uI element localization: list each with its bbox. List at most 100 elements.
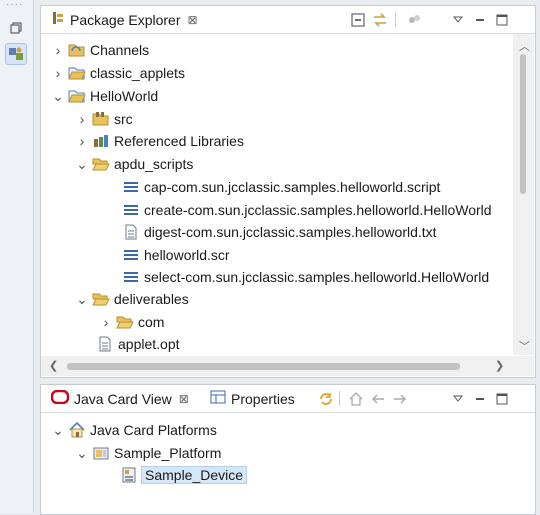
chevron-right-icon[interactable]: › xyxy=(51,42,65,58)
tree-item-label: helloworld.scr xyxy=(144,247,230,263)
tree-item-label: com xyxy=(138,314,165,330)
text-file-icon xyxy=(122,223,140,241)
maximize-icon[interactable] xyxy=(493,11,511,29)
link-with-editor-icon[interactable] xyxy=(371,11,389,29)
tree-item-digest-txt[interactable]: digest-com.sun.jcclassic.samples.hellowo… xyxy=(119,221,437,243)
folder-open-icon xyxy=(92,290,110,308)
minimize-icon[interactable] xyxy=(471,11,489,29)
tree-item-label: src xyxy=(114,111,133,127)
package-explorer-tabbar: Package Explorer ⊠ xyxy=(41,6,535,34)
package-explorer-icon xyxy=(51,11,65,28)
chevron-down-icon[interactable]: ⌄ xyxy=(75,156,89,173)
forward-arrow-icon[interactable] xyxy=(391,390,409,408)
close-icon[interactable]: ⊠ xyxy=(179,392,189,406)
tree-item-applet-opt[interactable]: applet.opt xyxy=(93,333,180,355)
left-trim-bar: ···· xyxy=(0,0,34,513)
project-folder-icon xyxy=(68,87,86,105)
tree-item-referenced-libraries[interactable]: › Referenced Libraries xyxy=(75,130,244,152)
tree-item-label: classic_applets xyxy=(90,65,185,81)
scroll-right-icon[interactable]: ❯ xyxy=(495,359,504,372)
chevron-down-icon[interactable]: ⌄ xyxy=(75,445,89,462)
horizontal-scrollbar[interactable]: ❮ ❯ xyxy=(41,356,534,376)
scroll-up-icon[interactable]: ︿ xyxy=(519,38,530,54)
tree-item-label: select-com.sun.jcclassic.samples.hellowo… xyxy=(144,269,490,285)
vertical-scroll-thumb[interactable] xyxy=(520,54,526,194)
libraries-icon xyxy=(92,132,110,150)
java-card-logo-icon xyxy=(50,389,70,407)
tree-item-label: digest-com.sun.jcclassic.samples.hellowo… xyxy=(144,224,437,240)
properties-title: Properties xyxy=(231,390,295,407)
tree-item-src[interactable]: › src xyxy=(75,108,133,130)
script-file-icon xyxy=(122,246,140,264)
collapse-all-icon[interactable] xyxy=(349,11,367,29)
tree-item-classic-applets[interactable]: › classic_applets xyxy=(51,62,185,84)
maximize-icon[interactable] xyxy=(493,390,511,408)
tree-item-label: Java Card Platforms xyxy=(90,422,217,438)
chevron-right-icon[interactable]: › xyxy=(75,111,89,127)
tree-item-label: create-com.sun.jcclassic.samples.hellowo… xyxy=(144,202,492,218)
tree-item-label-selected: Sample_Device xyxy=(140,466,248,484)
tree-item-sample-platform[interactable]: ⌄ Sample_Platform xyxy=(75,442,221,464)
restore-icon[interactable] xyxy=(5,17,27,39)
properties-icon xyxy=(210,390,226,407)
chevron-right-icon[interactable]: › xyxy=(75,133,89,149)
folder-open-icon xyxy=(92,155,110,173)
java-card-tabbar: Java Card View ⊠ Properties xyxy=(41,385,535,413)
chevron-down-icon[interactable]: ⌄ xyxy=(51,422,65,439)
tree-item-helloworld[interactable]: ⌄ HelloWorld xyxy=(51,85,158,107)
tree-item-channels[interactable]: › Channels xyxy=(51,39,150,61)
chevron-down-icon[interactable]: ⌄ xyxy=(51,88,65,105)
platforms-home-icon xyxy=(68,421,86,439)
tree-item-deliverables[interactable]: ⌄ deliverables xyxy=(75,288,189,310)
java-card-view-title: Java Card View xyxy=(74,390,172,407)
package-explorer-view: Package Explorer ⊠ › Channels › classic_… xyxy=(40,5,536,378)
project-folder-icon xyxy=(68,64,86,82)
chevron-down-icon[interactable]: ⌄ xyxy=(75,291,89,308)
channels-folder-icon xyxy=(68,41,86,59)
tree-item-apdu-scripts[interactable]: ⌄ apdu_scripts xyxy=(75,153,193,175)
chevron-right-icon[interactable]: › xyxy=(51,65,65,81)
scroll-left-icon[interactable]: ❮ xyxy=(49,359,58,372)
script-file-icon xyxy=(122,268,140,286)
tree-item-label: Referenced Libraries xyxy=(114,133,244,149)
tab-java-card-view[interactable]: Java Card View ⊠ xyxy=(45,385,195,412)
scroll-down-icon[interactable]: ﹀ xyxy=(519,338,530,354)
tree-item-java-card-platforms[interactable]: ⌄ Java Card Platforms xyxy=(51,419,217,441)
tab-properties[interactable]: Properties xyxy=(204,385,301,412)
view-menu-icon[interactable] xyxy=(449,390,467,408)
tree-item-label: HelloWorld xyxy=(90,88,159,104)
text-file-icon xyxy=(96,335,114,353)
back-arrow-icon[interactable] xyxy=(369,390,387,408)
device-icon xyxy=(120,466,138,484)
tab-package-explorer[interactable]: Package Explorer ⊠ xyxy=(45,6,204,33)
script-file-icon xyxy=(122,178,140,196)
minimize-icon[interactable] xyxy=(471,390,489,408)
tree-item-select-script[interactable]: select-com.sun.jcclassic.samples.hellowo… xyxy=(119,266,489,288)
home-icon[interactable] xyxy=(347,390,365,408)
chevron-right-icon[interactable]: › xyxy=(99,314,113,330)
tree-item-label: apdu_scripts xyxy=(114,156,194,172)
refresh-icon[interactable] xyxy=(317,390,335,408)
tree-item-label: Sample_Platform xyxy=(114,445,222,461)
tree-item-com[interactable]: › com xyxy=(99,311,165,333)
focus-task-icon[interactable] xyxy=(405,11,423,29)
tree-item-label: Channels xyxy=(90,42,150,58)
platform-icon xyxy=(92,444,110,462)
tree-item-cap-script[interactable]: cap-com.sun.jcclassic.samples.helloworld… xyxy=(119,176,440,198)
vertical-scrollbar[interactable]: ︿ ﹀ xyxy=(513,34,534,355)
folder-icon xyxy=(116,313,134,331)
tree-item-create-script[interactable]: create-com.sun.jcclassic.samples.hellowo… xyxy=(119,199,492,221)
close-icon[interactable]: ⊠ xyxy=(188,13,198,27)
package-explorer-title: Package Explorer xyxy=(70,11,181,28)
tree-item-label: applet.opt xyxy=(118,336,180,352)
source-folder-icon xyxy=(92,110,110,128)
drag-handle-icon[interactable]: ···· xyxy=(6,0,28,10)
tree-item-label: deliverables xyxy=(114,291,189,307)
tree-item-helloworld-scr[interactable]: helloworld.scr xyxy=(119,244,230,266)
java-card-perspective-icon[interactable] xyxy=(5,43,27,65)
horizontal-scroll-thumb[interactable] xyxy=(67,363,460,370)
java-card-view: Java Card View ⊠ Properties ⌄ Java Card … xyxy=(40,384,536,515)
tree-item-sample-device[interactable]: Sample_Device xyxy=(117,464,248,486)
tree-item-label: cap-com.sun.jcclassic.samples.helloworld… xyxy=(144,179,441,195)
view-menu-icon[interactable] xyxy=(449,11,467,29)
